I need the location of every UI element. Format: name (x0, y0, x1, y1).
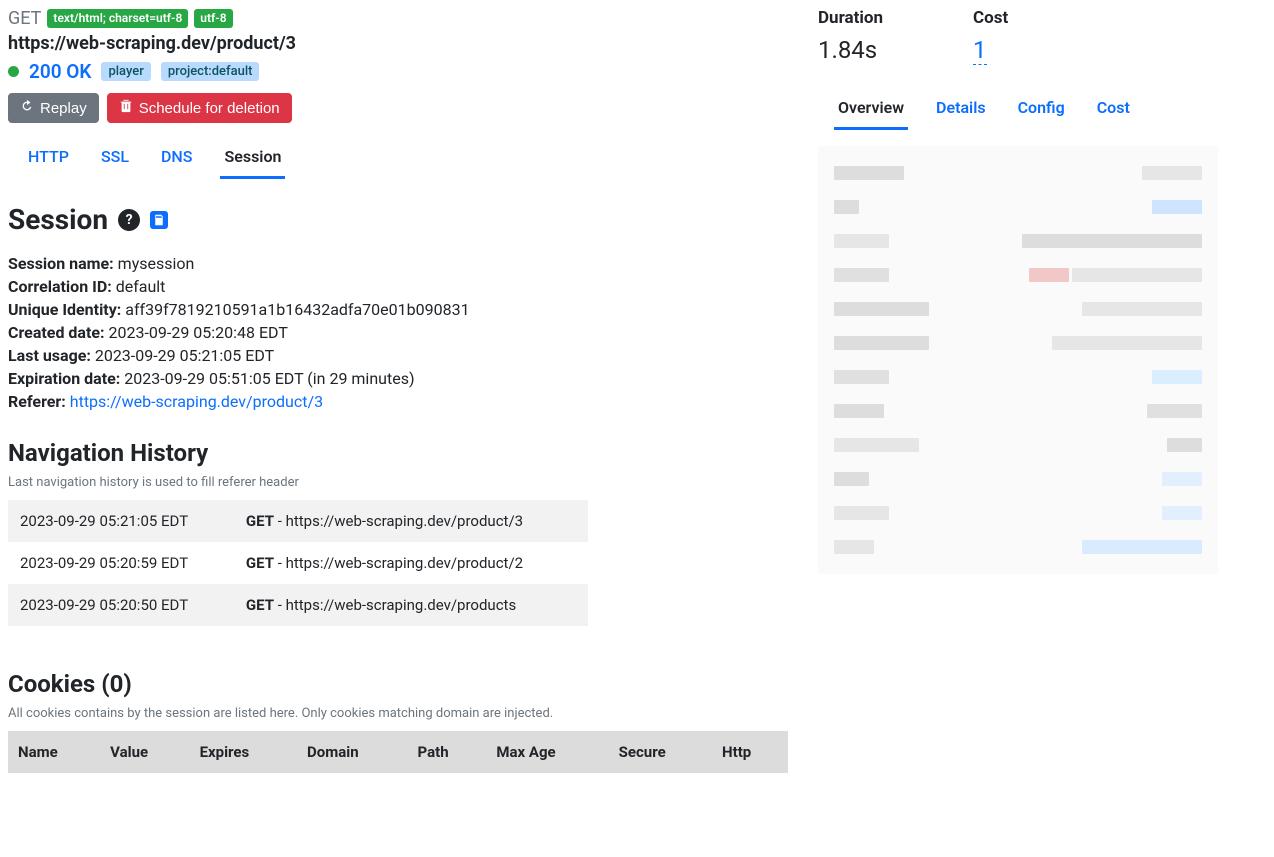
session-name-row: Session name: mysession (8, 254, 786, 273)
replay-label: Replay (40, 100, 87, 117)
project-badge[interactable]: project:default (161, 62, 260, 81)
tab-ssl[interactable]: SSL (97, 141, 133, 179)
table-row: 2023-09-29 05:20:59 EDT GET - https://we… (8, 542, 588, 584)
http-method: GET (8, 8, 41, 29)
cost-metric: Cost 1 (973, 8, 1008, 64)
sidebar-tab-overview[interactable]: Overview (834, 92, 908, 130)
main-tabs: HTTP SSL DNS Session (8, 141, 786, 179)
cookies-table: Name Value Expires Domain Path Max Age S… (8, 731, 788, 773)
help-icon[interactable]: ? (118, 209, 140, 231)
overview-panel-blurred (818, 146, 1218, 574)
col-maxage: Max Age (486, 731, 608, 773)
schedule-delete-label: Schedule for deletion (139, 100, 280, 117)
tab-session[interactable]: Session (220, 141, 285, 179)
nav-history-heading: Navigation History (8, 439, 786, 467)
col-path: Path (408, 731, 487, 773)
cost-link[interactable]: 1 (973, 36, 987, 65)
table-row: 2023-09-29 05:21:05 EDT GET - https://we… (8, 500, 588, 542)
referer-link[interactable]: https://web-scraping.dev/product/3 (70, 392, 323, 411)
tab-http[interactable]: HTTP (24, 141, 73, 179)
http-status: 200 OK (29, 60, 91, 83)
player-badge[interactable]: player (101, 62, 150, 81)
referer-row: Referer: https://web-scraping.dev/produc… (8, 392, 786, 411)
col-name: Name (8, 731, 100, 773)
sidebar-tab-cost[interactable]: Cost (1093, 92, 1134, 130)
replay-icon (20, 99, 34, 117)
unique-identity-row: Unique Identity: aff39f7819210591a1b1643… (8, 300, 786, 319)
sidebar-tab-details[interactable]: Details (932, 92, 990, 130)
correlation-id-row: Correlation ID: default (8, 277, 786, 296)
last-usage-row: Last usage: 2023-09-29 05:21:05 EDT (8, 346, 786, 365)
encoding-badge: utf-8 (194, 9, 232, 29)
nav-history-hint: Last navigation history is used to fill … (8, 475, 786, 490)
request-url: https://web-scraping.dev/product/3 (8, 33, 786, 54)
cookies-hint: All cookies contains by the session are … (8, 706, 786, 721)
sidebar-tabs: Overview Details Config Cost (818, 92, 1218, 130)
col-domain: Domain (297, 731, 408, 773)
replay-button[interactable]: Replay (8, 93, 99, 123)
doc-icon[interactable] (150, 211, 168, 229)
session-heading: Session (8, 203, 108, 236)
sidebar-tab-config[interactable]: Config (1014, 92, 1069, 130)
col-value: Value (100, 731, 189, 773)
cookies-heading: Cookies (0) (8, 670, 786, 698)
duration-metric: Duration 1.84s (818, 8, 883, 64)
status-indicator-icon (8, 66, 19, 77)
trash-icon (119, 99, 133, 117)
col-secure: Secure (609, 731, 712, 773)
col-http: Http (712, 731, 788, 773)
schedule-delete-button[interactable]: Schedule for deletion (107, 93, 292, 123)
created-date-row: Created date: 2023-09-29 05:20:48 EDT (8, 323, 786, 342)
tab-dns[interactable]: DNS (157, 141, 196, 179)
nav-history-table: 2023-09-29 05:21:05 EDT GET - https://we… (8, 500, 588, 626)
col-expires: Expires (190, 731, 297, 773)
table-row: 2023-09-29 05:20:50 EDT GET - https://we… (8, 584, 588, 626)
expiration-date-row: Expiration date: 2023-09-29 05:51:05 EDT… (8, 369, 786, 388)
content-type-badge: text/html; charset=utf-8 (47, 9, 188, 29)
